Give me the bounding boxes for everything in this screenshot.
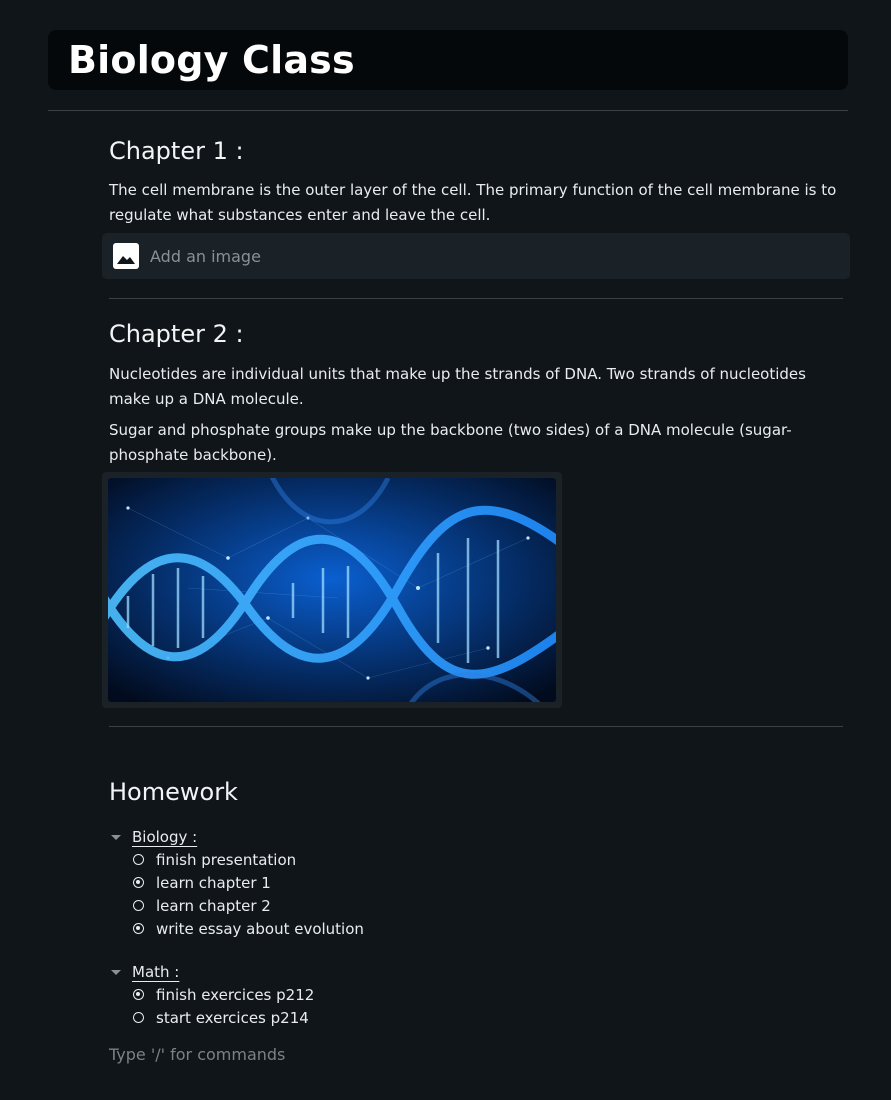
homework-heading[interactable]: Homework xyxy=(109,778,238,806)
chapter-divider-1 xyxy=(109,298,843,299)
task-item[interactable]: learn chapter 1 xyxy=(133,871,364,894)
chapter-1: Chapter 1 : The cell membrane is the out… xyxy=(109,137,844,228)
chapter-2: Chapter 2 : Nucleotides are individual u… xyxy=(109,320,844,468)
task-label: finish presentation xyxy=(156,850,297,869)
chapter-2-paragraph-2[interactable]: Sugar and phosphate groups make up the b… xyxy=(109,418,844,468)
radio-icon[interactable] xyxy=(133,900,144,911)
caret-down-icon[interactable] xyxy=(111,834,121,840)
task-label: start exercices p214 xyxy=(156,1008,309,1027)
radio-icon[interactable] xyxy=(133,1012,144,1023)
homework-group-biology: Biology : finish presentation learn chap… xyxy=(109,826,364,940)
dna-image-block[interactable] xyxy=(102,472,562,708)
title-divider xyxy=(48,110,848,111)
chapter-2-paragraph-1[interactable]: Nucleotides are individual units that ma… xyxy=(109,362,844,412)
add-image-label: Add an image xyxy=(150,246,261,266)
task-label: learn chapter 2 xyxy=(156,896,271,915)
command-placeholder[interactable]: Type '/' for commands xyxy=(109,1045,285,1064)
chapter-1-paragraph[interactable]: The cell membrane is the outer layer of … xyxy=(109,178,844,228)
group-label-math[interactable]: Math : xyxy=(132,963,179,981)
caret-down-icon[interactable] xyxy=(111,969,121,975)
chapter-2-heading[interactable]: Chapter 2 : xyxy=(109,320,844,348)
task-item[interactable]: finish exercices p212 xyxy=(133,983,314,1006)
page-title-bar: Biology Class xyxy=(48,30,848,90)
radio-icon[interactable] xyxy=(133,854,144,865)
radio-icon[interactable] xyxy=(133,923,144,934)
task-label: finish exercices p212 xyxy=(156,985,315,1004)
chapter-divider-2 xyxy=(109,726,843,727)
task-item[interactable]: finish presentation xyxy=(133,848,364,871)
page-title[interactable]: Biology Class xyxy=(68,38,355,82)
task-item[interactable]: write essay about evolution xyxy=(133,917,364,940)
task-label: learn chapter 1 xyxy=(156,873,271,892)
radio-icon[interactable] xyxy=(133,877,144,888)
group-label-biology[interactable]: Biology : xyxy=(132,828,197,846)
dna-image xyxy=(108,478,556,702)
chapter-1-heading[interactable]: Chapter 1 : xyxy=(109,137,844,165)
homework-group-math: Math : finish exercices p212 start exerc… xyxy=(109,961,314,1029)
task-item[interactable]: learn chapter 2 xyxy=(133,894,364,917)
add-image-button[interactable]: Add an image xyxy=(102,233,850,279)
image-icon xyxy=(113,243,139,269)
task-item[interactable]: start exercices p214 xyxy=(133,1006,314,1029)
task-label: write essay about evolution xyxy=(156,919,364,938)
radio-icon[interactable] xyxy=(133,989,144,1000)
